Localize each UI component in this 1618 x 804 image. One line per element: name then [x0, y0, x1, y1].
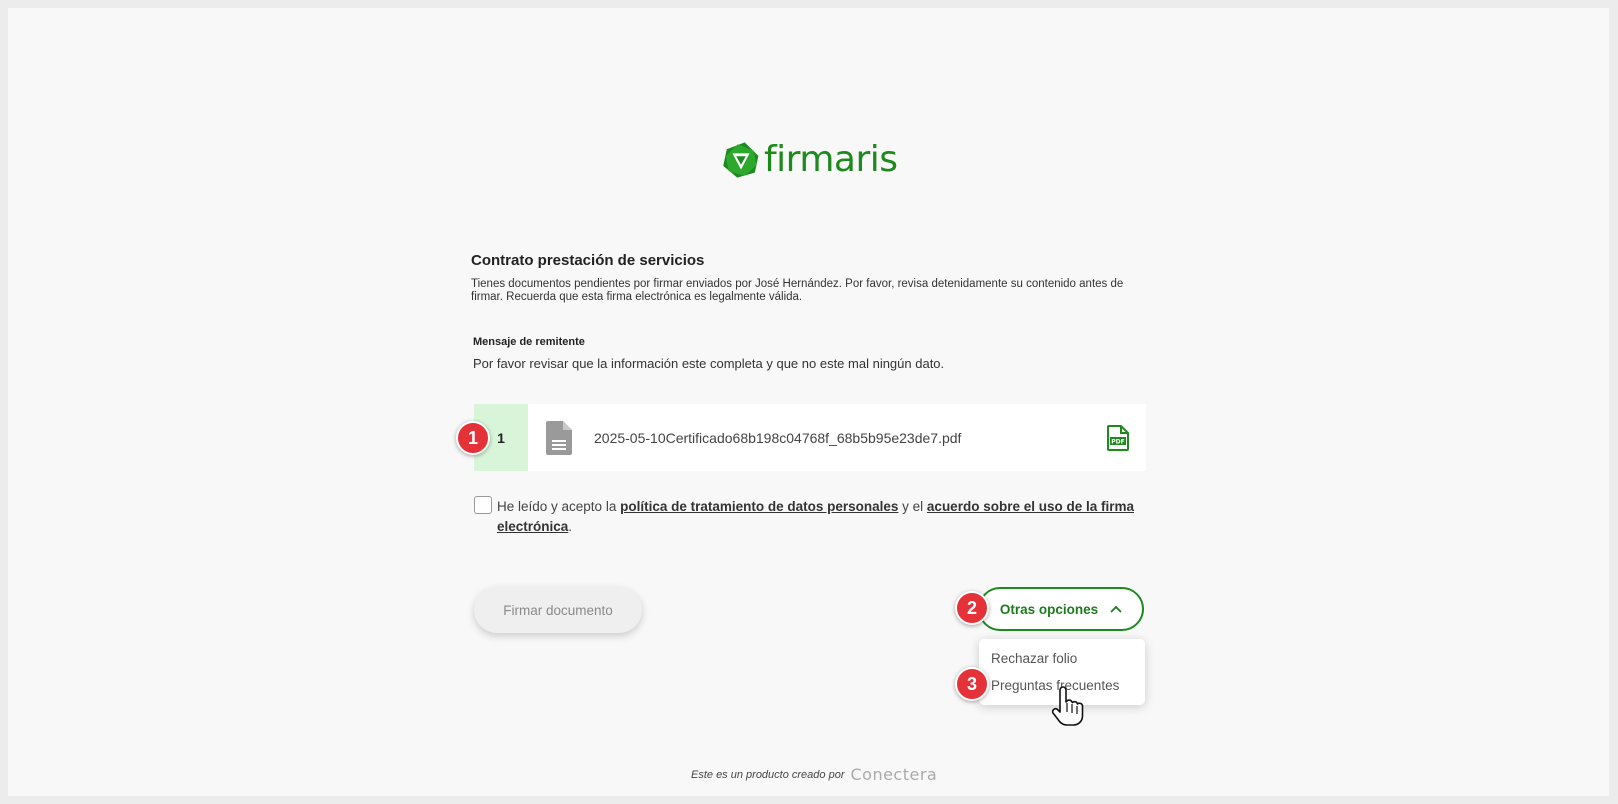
menu-item-reject-folio[interactable]: Rechazar folio	[991, 651, 1077, 666]
brand-name: firmaris	[764, 139, 898, 180]
consent-text: He leído y acepto la política de tratami…	[497, 497, 1137, 537]
privacy-policy-link[interactable]: política de tratamiento de datos persona…	[620, 499, 898, 514]
brand-logo: firmaris	[722, 139, 898, 181]
file-icon	[546, 420, 572, 455]
other-options-button[interactable]: Otras opciones	[978, 587, 1144, 631]
document-intro: Tienes documentos pendientes por firmar …	[471, 278, 1124, 303]
document-file-row[interactable]: 1 2025-05-10Certificado68b198c04768f_68b…	[474, 404, 1146, 471]
pdf-icon[interactable]: PDF	[1107, 424, 1129, 451]
step-badge-1: 1	[456, 421, 490, 455]
firmaris-logo-icon	[723, 142, 759, 178]
file-name[interactable]: 2025-05-10Certificado68b198c04768f_68b5b…	[594, 430, 1107, 446]
footer: Este es un producto creado por Conectera	[691, 765, 937, 784]
consent-checkbox[interactable]	[474, 496, 492, 514]
step-badge-2: 2	[955, 591, 989, 625]
consent-suffix: .	[568, 519, 573, 534]
step-badge-3: 3	[955, 667, 989, 701]
sender-message: Por favor revisar que la información est…	[473, 356, 945, 371]
consent-middle: y el	[898, 499, 927, 514]
document-title: Contrato prestación de servicios	[471, 252, 705, 269]
page-frame	[8, 8, 1609, 796]
sign-document-button[interactable]: Firmar documento	[474, 587, 642, 633]
svg-text:PDF: PDF	[1111, 438, 1124, 445]
consent-prefix: He leído y acepto la	[497, 499, 621, 514]
hand-pointer-cursor-icon	[1051, 686, 1084, 726]
conectera-logo: Conectera	[850, 765, 938, 784]
other-options-label: Otras opciones	[999, 601, 1099, 617]
chevron-up-icon	[1110, 605, 1122, 613]
footer-text: Este es un producto creado por	[691, 768, 845, 781]
sender-message-label: Mensaje de remitente	[473, 336, 585, 348]
